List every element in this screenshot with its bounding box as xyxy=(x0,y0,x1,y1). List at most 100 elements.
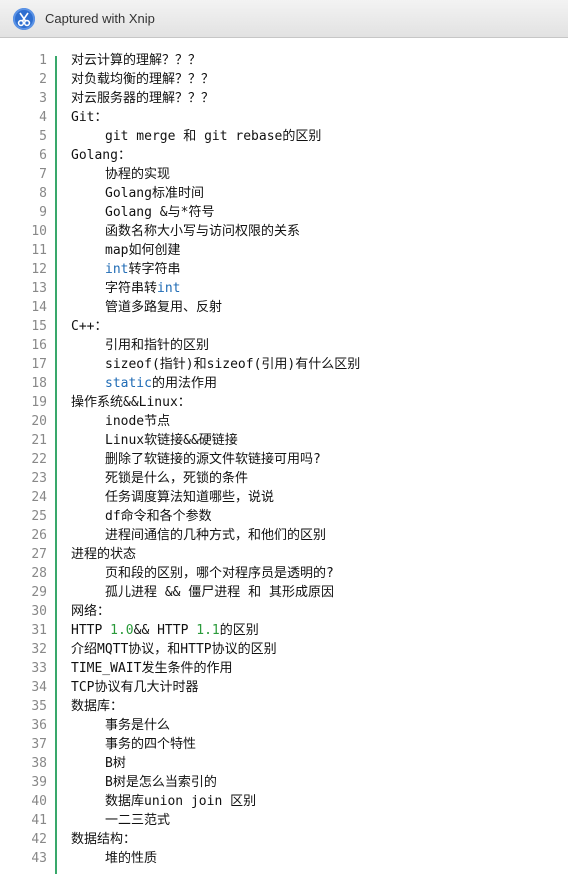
line-text: 任务调度算法知道哪些，说说 xyxy=(105,488,274,507)
text-token: df命令和各个参数 xyxy=(105,509,212,524)
code-line[interactable]: 3 对云服务器的理解？？？ xyxy=(0,89,568,108)
line-number: 34 xyxy=(31,680,47,695)
code-line[interactable]: 24 任务调度算法知道哪些，说说 xyxy=(0,488,568,507)
keyword-token: int xyxy=(105,262,129,277)
code-editor[interactable]: 1 对云计算的理解？？？ 2 对负载均衡的理解？？？ 3 对云服务器的理解？？？ 4 Git：… xyxy=(0,51,568,868)
code-line[interactable]: 41 一二三范式 xyxy=(0,811,568,830)
code-line[interactable]: 19 操作系统&&Linux： xyxy=(0,393,568,412)
code-line[interactable]: 32 介绍MQTT协议，和HTTP协议的区别 xyxy=(0,640,568,659)
line-text: 协程的实现 xyxy=(105,165,170,184)
text-token: 管道多路复用、反射 xyxy=(105,300,223,315)
code-line[interactable]: 15 C++： xyxy=(0,317,568,336)
code-line[interactable]: 7 协程的实现 xyxy=(0,165,568,184)
code-line[interactable]: 1 对云计算的理解？？？ xyxy=(0,51,568,70)
code-line[interactable]: 35 数据库： xyxy=(0,697,568,716)
code-line[interactable]: 34 TCP协议有几大计时器 xyxy=(0,678,568,697)
code-line[interactable]: 43 堆的性质 xyxy=(0,849,568,868)
line-number: 7 xyxy=(39,167,47,182)
line-text: C++： xyxy=(71,317,107,336)
code-line[interactable]: 4 Git： xyxy=(0,108,568,127)
code-line[interactable]: 30 网络： xyxy=(0,602,568,621)
line-number: 24 xyxy=(31,490,47,505)
code-line[interactable]: 31 HTTP 1.0&& HTTP 1.1的区别 xyxy=(0,621,568,640)
code-line[interactable]: 33 TIME_WAIT发生条件的作用 xyxy=(0,659,568,678)
line-number: 31 xyxy=(31,623,47,638)
code-line[interactable]: 5 git merge 和 git rebase的区别 xyxy=(0,127,568,146)
line-number: 27 xyxy=(31,547,47,562)
line-text: 对云计算的理解？？？ xyxy=(71,51,201,70)
code-line[interactable]: 9 Golang &与*符号 xyxy=(0,203,568,222)
code-line[interactable]: 39 B树是怎么当索引的 xyxy=(0,773,568,792)
code-line[interactable]: 10 函数名称大小写与访问权限的关系 xyxy=(0,222,568,241)
window-title: Captured with Xnip xyxy=(45,11,155,26)
line-text: 孤儿进程 && 僵尸进程 和 其形成原因 xyxy=(105,583,334,602)
text-token: 页和段的区别，哪个对程序员是透明的? xyxy=(105,566,334,581)
text-token: Golang标准时间 xyxy=(105,186,204,201)
line-number: 28 xyxy=(31,566,47,581)
number-token: 1.0 xyxy=(110,623,134,638)
code-line[interactable]: 37 事务的四个特性 xyxy=(0,735,568,754)
text-token: TCP协议有几大计时器 xyxy=(71,680,199,695)
line-number: 36 xyxy=(31,718,47,733)
code-line[interactable]: 2 对负载均衡的理解？？？ xyxy=(0,70,568,89)
code-line[interactable]: 22 删除了软链接的源文件软链接可用吗? xyxy=(0,450,568,469)
text-token: 进程间通信的几种方式，和他们的区别 xyxy=(105,528,327,543)
text-token: C++： xyxy=(71,319,108,334)
code-line[interactable]: 26 进程间通信的几种方式，和他们的区别 xyxy=(0,526,568,545)
line-text: 一二三范式 xyxy=(105,811,170,830)
code-line[interactable]: 23 死锁是什么，死锁的条件 xyxy=(0,469,568,488)
line-number: 38 xyxy=(31,756,47,771)
scissors-icon xyxy=(13,8,35,30)
code-line[interactable]: 36 事务是什么 xyxy=(0,716,568,735)
line-text: Golang标准时间 xyxy=(105,184,204,203)
code-line[interactable]: 20 inode节点 xyxy=(0,412,568,431)
line-number: 2 xyxy=(39,72,47,87)
line-text: 进程间通信的几种方式，和他们的区别 xyxy=(105,526,326,545)
code-line[interactable]: 17 sizeof(指针)和sizeof(引用)有什么区别 xyxy=(0,355,568,374)
number-token: 1.1 xyxy=(196,623,220,638)
text-token: 的区别 xyxy=(219,623,259,638)
code-line[interactable]: 42 数据结构： xyxy=(0,830,568,849)
window-titlebar: Captured with Xnip xyxy=(0,0,568,38)
code-line[interactable]: 25 df命令和各个参数 xyxy=(0,507,568,526)
code-line[interactable]: 16 引用和指针的区别 xyxy=(0,336,568,355)
line-text: 函数名称大小写与访问权限的关系 xyxy=(105,222,300,241)
code-line[interactable]: 21 Linux软链接&&硬链接 xyxy=(0,431,568,450)
text-token: Git： xyxy=(71,110,108,125)
code-line[interactable]: 40 数据库union join 区别 xyxy=(0,792,568,811)
text-token: 死锁是什么，死锁的条件 xyxy=(105,471,249,486)
code-line[interactable]: 27 进程的状态 xyxy=(0,545,568,564)
code-line[interactable]: 29 孤儿进程 && 僵尸进程 和 其形成原因 xyxy=(0,583,568,602)
line-text: 操作系统&&Linux： xyxy=(71,393,191,412)
code-line[interactable]: 11 map如何创建 xyxy=(0,241,568,260)
line-number: 35 xyxy=(31,699,47,714)
code-line[interactable]: 13 字符串转int xyxy=(0,279,568,298)
text-token: git merge 和 git rebase的区别 xyxy=(105,129,322,144)
line-text: TCP协议有几大计时器 xyxy=(71,678,198,697)
code-line[interactable]: 28 页和段的区别，哪个对程序员是透明的? xyxy=(0,564,568,583)
code-line[interactable]: 12 int转字符串 xyxy=(0,260,568,279)
line-number: 3 xyxy=(39,91,47,106)
line-number: 33 xyxy=(31,661,47,676)
text-token: Golang &与*符号 xyxy=(105,205,215,220)
line-number: 30 xyxy=(31,604,47,619)
line-number: 41 xyxy=(31,813,47,828)
line-text: 数据结构： xyxy=(71,830,136,849)
line-text: 数据库union join 区别 xyxy=(105,792,256,811)
line-text: 事务的四个特性 xyxy=(105,735,196,754)
text-token: 对云服务器的理解？？？ xyxy=(71,91,215,106)
line-text: TIME_WAIT发生条件的作用 xyxy=(71,659,232,678)
line-number: 1 xyxy=(39,53,47,68)
text-token: 字符串转 xyxy=(105,281,158,296)
code-line[interactable]: 6 Golang： xyxy=(0,146,568,165)
line-number: 32 xyxy=(31,642,47,657)
code-line[interactable]: 8 Golang标准时间 xyxy=(0,184,568,203)
code-line[interactable]: 38 B树 xyxy=(0,754,568,773)
line-number: 15 xyxy=(31,319,47,334)
code-line[interactable]: 18 static的用法作用 xyxy=(0,374,568,393)
line-number: 39 xyxy=(31,775,47,790)
line-number: 18 xyxy=(31,376,47,391)
line-text: 对负载均衡的理解？？？ xyxy=(71,70,214,89)
code-line[interactable]: 14 管道多路复用、反射 xyxy=(0,298,568,317)
text-token: Golang： xyxy=(71,148,131,163)
